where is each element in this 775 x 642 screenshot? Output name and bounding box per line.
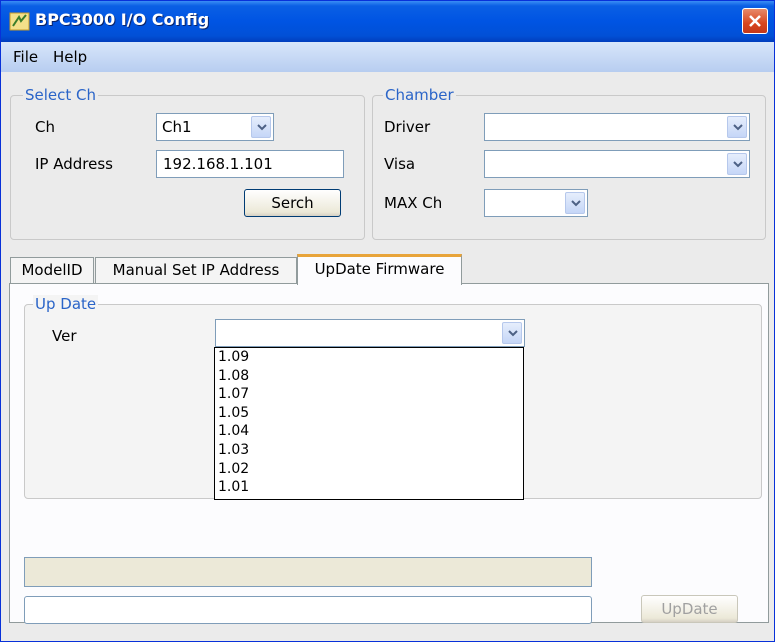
ch-select[interactable]: Ch1 <box>156 113 274 141</box>
chevron-down-icon <box>257 124 267 131</box>
ip-address-input[interactable]: 192.168.1.101 <box>156 150 344 178</box>
app-window: BPC3000 I/O Config File Help Select Ch C… <box>0 0 775 642</box>
progress-bar <box>24 557 592 587</box>
search-button[interactable]: Serch <box>244 189 341 217</box>
dropdown-option-1-05[interactable]: 1.05 <box>215 404 523 423</box>
dropdown-option-1-03[interactable]: 1.03 <box>215 441 523 460</box>
ip-address-label: IP Address <box>35 155 113 173</box>
ch-dropdown-button[interactable] <box>251 116 271 138</box>
chamber-legend: Chamber <box>383 86 456 104</box>
close-icon <box>749 15 761 27</box>
dropdown-option-1-09[interactable]: 1.09 <box>215 348 523 367</box>
ch-label: Ch <box>35 118 55 136</box>
dropdown-option-1-07[interactable]: 1.07 <box>215 385 523 404</box>
status-textbox[interactable] <box>24 596 592 624</box>
ver-select[interactable] <box>215 319 525 347</box>
max-ch-select[interactable] <box>484 189 588 217</box>
menu-help[interactable]: Help <box>53 48 87 66</box>
max-ch-dropdown-button[interactable] <box>565 192 585 214</box>
chevron-down-icon <box>733 161 743 168</box>
driver-dropdown-button[interactable] <box>727 116 747 138</box>
select-ch-group: Select Ch Ch Ch1 IP Address 192.168.1.10… <box>10 86 365 240</box>
ch-select-value: Ch1 <box>162 118 192 136</box>
window-title: BPC3000 I/O Config <box>35 10 210 29</box>
dropdown-option-1-04[interactable]: 1.04 <box>215 422 523 441</box>
menu-bar: File Help <box>1 42 774 72</box>
dropdown-option-1-02[interactable]: 1.02 <box>215 460 523 479</box>
driver-select[interactable] <box>484 113 750 141</box>
chevron-down-icon <box>571 200 581 207</box>
select-ch-legend: Select Ch <box>23 86 99 104</box>
visa-select[interactable] <box>484 150 750 178</box>
driver-label: Driver <box>384 118 431 136</box>
app-icon <box>9 12 30 31</box>
dropdown-option-1-01[interactable]: 1.01 <box>215 478 523 497</box>
dropdown-option-1-08[interactable]: 1.08 <box>215 367 523 386</box>
menu-file[interactable]: File <box>13 48 38 66</box>
ver-dropdown-button[interactable] <box>502 322 522 344</box>
update-legend: Up Date <box>33 295 99 313</box>
chevron-down-icon <box>508 330 518 337</box>
visa-label: Visa <box>384 155 416 173</box>
ver-label: Ver <box>52 327 77 345</box>
chamber-group: Chamber Driver Visa MAX Ch <box>372 86 766 240</box>
chevron-down-icon <box>733 124 743 131</box>
visa-dropdown-button[interactable] <box>727 153 747 175</box>
tab-model-id[interactable]: ModelID <box>10 257 94 284</box>
tab-update-firmware[interactable]: UpDate Firmware <box>297 254 462 285</box>
ver-dropdown-list: 1.09 1.08 1.07 1.05 1.04 1.03 1.02 1.01 <box>214 347 524 500</box>
ip-address-value: 192.168.1.101 <box>163 155 273 173</box>
max-ch-label: MAX Ch <box>384 194 443 212</box>
title-bar[interactable]: BPC3000 I/O Config <box>1 1 774 42</box>
tab-manual-set-ip[interactable]: Manual Set IP Address <box>95 257 297 284</box>
close-button[interactable] <box>742 8 768 34</box>
update-button[interactable]: UpDate <box>641 595 738 623</box>
